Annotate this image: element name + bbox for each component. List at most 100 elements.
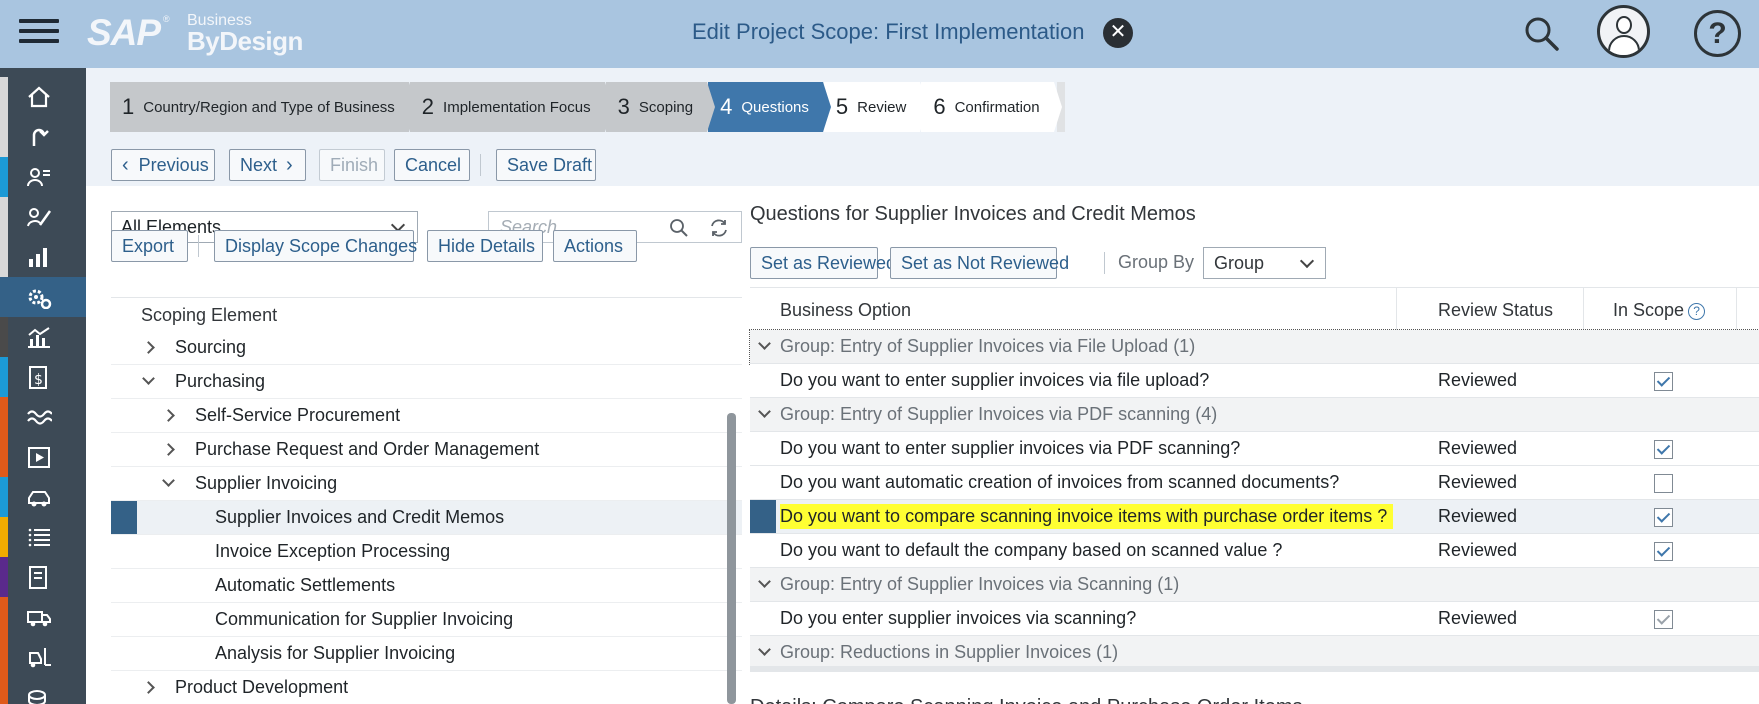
svg-text:$: $	[34, 372, 43, 388]
chevron-right-icon[interactable]	[162, 409, 175, 422]
logo-line2: ByDesign	[187, 26, 303, 56]
rail-item-play[interactable]	[0, 437, 86, 477]
set-as-not-reviewed-button[interactable]: Set as Not Reviewed	[890, 247, 1069, 279]
chevron-down-icon[interactable]	[758, 575, 771, 588]
rail-item-gears[interactable]	[0, 277, 86, 317]
in-scope-checkbox[interactable]	[1654, 440, 1673, 459]
roadmap-step-2[interactable]: 2 Implementation Focus	[409, 82, 613, 132]
review-status: Reviewed	[1438, 540, 1518, 560]
group-by-select[interactable]: Group	[1203, 247, 1326, 279]
tree-scrollbar[interactable]	[727, 413, 736, 704]
chevron-down-icon[interactable]	[758, 337, 771, 350]
chevron-down-icon[interactable]	[758, 643, 771, 656]
rail-item-refresh-arrow[interactable]	[0, 117, 86, 157]
in-scope-checkbox[interactable]	[1654, 542, 1673, 561]
question-row[interactable]: Do you want to default the company based…	[750, 534, 1759, 568]
display-scope-changes-button[interactable]: Display Scope Changes	[214, 230, 417, 262]
tree-row[interactable]: Purchase Request and Order Management	[111, 433, 742, 467]
question-row[interactable]: Do you want automatic creation of invoic…	[750, 466, 1759, 500]
question-row[interactable]: Do you want to enter supplier invoices v…	[750, 432, 1759, 466]
question-row[interactable]: Do you enter supplier invoices via scann…	[750, 602, 1759, 636]
rail-item-truck[interactable]	[0, 597, 86, 637]
question-row[interactable]: Do you want to compare scanning invoice …	[750, 500, 1759, 534]
hide-details-button[interactable]: Hide Details	[427, 230, 543, 262]
roadmap-step-4: 4 Questions	[708, 82, 831, 132]
rail-color-strip	[0, 677, 8, 704]
avatar[interactable]	[1597, 5, 1650, 58]
chevron-down-icon[interactable]	[758, 405, 771, 418]
rail-item-list[interactable]	[0, 517, 86, 557]
set-as-reviewed-button[interactable]: Set as Reviewed	[750, 247, 896, 279]
document-dollar-icon: $	[29, 366, 47, 389]
question-row[interactable]: Do you want to enter supplier invoices v…	[750, 364, 1759, 398]
tree-row[interactable]: Purchasing	[111, 365, 742, 399]
tree-row[interactable]: Communication for Supplier Invoicing	[111, 603, 742, 637]
in-scope-checkbox[interactable]	[1654, 508, 1673, 527]
info-icon[interactable]: ?	[1688, 303, 1706, 320]
chevron-right-icon[interactable]	[142, 681, 155, 694]
close-icon[interactable]: ✕	[1103, 18, 1133, 48]
rail-item-person-list[interactable]	[0, 157, 86, 197]
rail-item-car[interactable]	[0, 477, 86, 517]
group-label: Group: Entry of Supplier Invoices via PD…	[780, 404, 1218, 424]
tree-row-label: Communication for Supplier Invoicing	[215, 609, 514, 629]
rail-item-coins[interactable]	[0, 677, 86, 704]
rail-item-person-edit[interactable]	[0, 197, 86, 237]
refresh-icon[interactable]	[708, 217, 730, 239]
column-business-option: Business Option	[780, 300, 912, 320]
question-text: Do you enter supplier invoices via scann…	[780, 608, 1137, 628]
tree-row-label: Supplier Invoicing	[195, 473, 338, 493]
chevron-right-icon[interactable]	[142, 341, 155, 354]
search-icon[interactable]	[669, 218, 689, 238]
group-row[interactable]: Group: Reductions in Supplier Invoices (…	[750, 636, 1759, 670]
chevron-down-icon[interactable]	[162, 474, 175, 487]
review-status: Reviewed	[1438, 506, 1518, 526]
rail-item-document-dollar[interactable]: $	[0, 357, 86, 397]
export-button[interactable]: Export	[111, 230, 188, 262]
rail-color-strip	[0, 77, 8, 117]
roadmap-step-1[interactable]: 1 Country/Region and Type of Business	[110, 82, 417, 132]
group-row[interactable]: Group: Entry of Supplier Invoices via Fi…	[749, 329, 1759, 365]
step-label: Questions	[741, 98, 809, 116]
rail-item-forklift[interactable]	[0, 637, 86, 677]
rail-item-analytics-chart[interactable]	[0, 317, 86, 357]
rail-item-home[interactable]	[0, 77, 86, 117]
cancel-button[interactable]: Cancel	[394, 149, 470, 181]
tree-row[interactable]: Self-Service Procurement	[111, 399, 742, 433]
help-icon[interactable]: ?	[1694, 10, 1741, 57]
question-text: Do you want to enter supplier invoices v…	[780, 370, 1210, 390]
group-row[interactable]: Group: Entry of Supplier Invoices via Sc…	[750, 568, 1759, 602]
rail-color-strip	[0, 237, 8, 277]
search-icon[interactable]	[1522, 14, 1562, 54]
chevron-down-icon[interactable]	[142, 372, 155, 385]
next-button[interactable]: Next ›	[229, 149, 306, 181]
tree-row[interactable]: Analysis for Supplier Invoicing	[111, 637, 742, 671]
tree-row[interactable]: Automatic Settlements	[111, 569, 742, 603]
menu-icon[interactable]	[19, 13, 59, 53]
play-icon	[28, 447, 50, 468]
sap-logo[interactable]: SAP ® Business ByDesign	[87, 10, 303, 56]
save-draft-button[interactable]: Save Draft	[496, 149, 596, 181]
details-title: Details: Compare Scanning Invoice and Pu…	[750, 696, 1303, 704]
group-row[interactable]: Group: Entry of Supplier Invoices via PD…	[750, 398, 1759, 432]
chevron-right-icon[interactable]	[162, 443, 175, 456]
roadmap-step-3[interactable]: 3 Scoping	[605, 82, 716, 132]
rail-color-strip	[0, 437, 8, 477]
previous-button[interactable]: ‹ Previous	[111, 149, 215, 181]
tree-row[interactable]: Supplier Invoices and Credit Memos	[111, 501, 742, 535]
in-scope-checkbox[interactable]	[1654, 372, 1673, 391]
rail-color-strip	[0, 317, 8, 357]
rail-color-strip	[0, 397, 8, 437]
rail-item-bar-chart[interactable]	[0, 237, 86, 277]
rail-item-wave[interactable]	[0, 397, 86, 437]
tree-row-label: Sourcing	[175, 337, 247, 357]
tree-row[interactable]: Invoice Exception Processing	[111, 535, 742, 569]
rail-item-report[interactable]	[0, 557, 86, 597]
roadmap-step-5: 5 Review	[823, 82, 929, 132]
actions-button[interactable]: Actions	[553, 230, 637, 262]
tree-row-label: Automatic Settlements	[215, 575, 396, 595]
tree-row[interactable]: Product Development	[111, 671, 742, 704]
tree-row[interactable]: Supplier Invoicing	[111, 467, 742, 501]
tree-row[interactable]: Sourcing	[111, 331, 742, 365]
in-scope-checkbox[interactable]	[1654, 474, 1673, 493]
